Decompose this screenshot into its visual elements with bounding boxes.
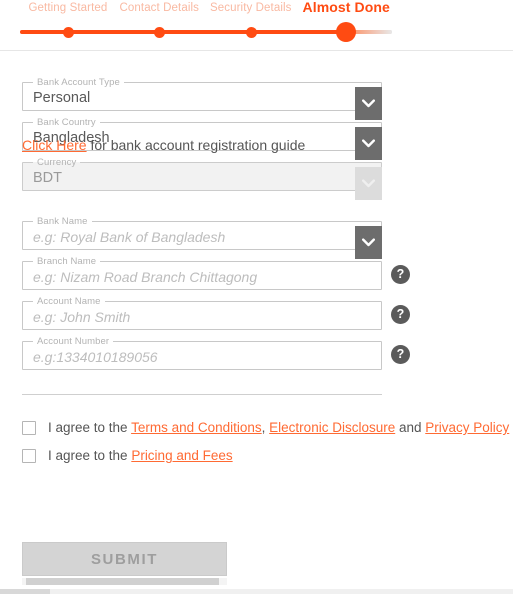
section-divider — [22, 394, 382, 395]
agreement-row-terms: I agree to the Terms and Conditions, Ele… — [22, 420, 509, 435]
header-divider — [0, 50, 513, 51]
agreement-static-text: and — [395, 420, 426, 435]
account-name-placeholder: e.g: John Smith — [33, 308, 131, 325]
bank-account-type-value: Personal — [33, 89, 91, 106]
field-account-number: Account Number e.g:1334010189056 — [22, 337, 382, 370]
branch-name-control[interactable]: Branch Name e.g: Nizam Road Branch Chitta… — [22, 257, 382, 290]
agreement-row-pricing: I agree to the Pricing and Fees — [22, 448, 233, 463]
progress-stepper: Getting Started Contact Details Security D… — [0, 0, 513, 48]
page-horizontal-scrollbar-thumb[interactable] — [0, 589, 50, 594]
bank-name-control[interactable]: Bank Name e.g: Royal Bank of Bangladesh — [22, 216, 382, 259]
registration-guide-line: Click Here for bank account registration… — [22, 137, 305, 153]
field-bank-account-type: Bank Account Type Personal — [22, 77, 382, 120]
step-dot-security-details[interactable] — [245, 26, 257, 38]
guide-rest-text: for bank account registration guide — [86, 137, 306, 153]
account-name-help-icon[interactable]: ? — [391, 305, 410, 324]
step-dot-almost-done[interactable] — [336, 22, 356, 42]
link-terms-and-conditions[interactable]: Terms and Conditions — [131, 420, 262, 435]
bank-account-type-control[interactable]: Bank Account Type Personal — [22, 77, 382, 120]
agreement-text-terms: I agree to the Terms and Conditions, Ele… — [48, 420, 509, 435]
currency-chevron-down-icon — [355, 166, 382, 200]
checkbox-pricing[interactable] — [22, 448, 36, 463]
step-dot-getting-started[interactable] — [62, 26, 74, 38]
bank-name-placeholder: e.g: Royal Bank of Bangladesh — [33, 228, 226, 245]
link-privacy-policy[interactable]: Privacy Policy — [425, 420, 509, 435]
submit-container: SUBMIT — [22, 542, 227, 576]
bank-name-label: Bank Name — [37, 216, 88, 227]
link-pricing-and-fees[interactable]: Pricing and Fees — [131, 448, 232, 463]
branch-name-placeholder: e.g: Nizam Road Branch Chittagong — [33, 268, 258, 285]
step-dot-contact-details[interactable] — [153, 26, 165, 38]
agreement-text-pricing: I agree to the Pricing and Fees — [48, 448, 233, 463]
bank-name-chevron-down-icon[interactable] — [355, 225, 382, 259]
inner-horizontal-scrollbar-thumb[interactable] — [26, 578, 219, 585]
progress-track — [0, 22, 513, 42]
checkbox-terms[interactable] — [22, 420, 36, 435]
step-label-row: Getting Started Contact Details Security D… — [0, 0, 513, 20]
currency-control: Currency BDT — [22, 157, 382, 200]
agreement-static-text: I agree to the — [48, 448, 132, 463]
bank-country-label: Bank Country — [37, 117, 96, 128]
branch-name-help-icon[interactable]: ? — [391, 265, 410, 284]
bank-country-chevron-down-icon[interactable] — [355, 126, 382, 160]
step-label-security-details[interactable]: Security Details — [210, 2, 292, 14]
step-label-almost-done[interactable]: Almost Done — [303, 0, 390, 15]
account-number-label: Account Number — [37, 336, 110, 347]
submit-button[interactable]: SUBMIT — [22, 542, 227, 576]
agreement-static-text: I agree to the — [48, 420, 132, 435]
account-name-control[interactable]: Account Name e.g: John Smith — [22, 297, 382, 330]
bank-account-type-chevron-down-icon[interactable] — [355, 86, 382, 120]
branch-name-label: Branch Name — [37, 256, 97, 267]
currency-value: BDT — [33, 169, 62, 186]
field-bank-name: Bank Name e.g: Royal Bank of Bangladesh — [22, 216, 382, 259]
account-number-control[interactable]: Account Number e.g:1334010189056 — [22, 337, 382, 370]
account-name-label: Account Name — [37, 296, 101, 307]
field-account-name: Account Name e.g: John Smith — [22, 297, 382, 330]
click-here-link[interactable]: Click Here — [22, 137, 87, 153]
link-electronic-disclosure[interactable]: Electronic Disclosure — [269, 420, 395, 435]
currency-label: Currency — [37, 157, 77, 168]
page-horizontal-scrollbar-track[interactable] — [0, 589, 513, 594]
step-label-contact-details[interactable]: Contact Details — [120, 2, 199, 14]
bank-account-type-label: Bank Account Type — [37, 77, 120, 88]
step-label-getting-started[interactable]: Getting Started — [29, 2, 108, 14]
account-number-placeholder: e.g:1334010189056 — [33, 348, 158, 365]
registration-page: Getting Started Contact Details Security D… — [0, 0, 513, 594]
field-currency: Currency BDT — [22, 157, 382, 200]
account-number-help-icon[interactable]: ? — [391, 345, 410, 364]
field-branch-name: Branch Name e.g: Nizam Road Branch Chitta… — [22, 257, 382, 290]
